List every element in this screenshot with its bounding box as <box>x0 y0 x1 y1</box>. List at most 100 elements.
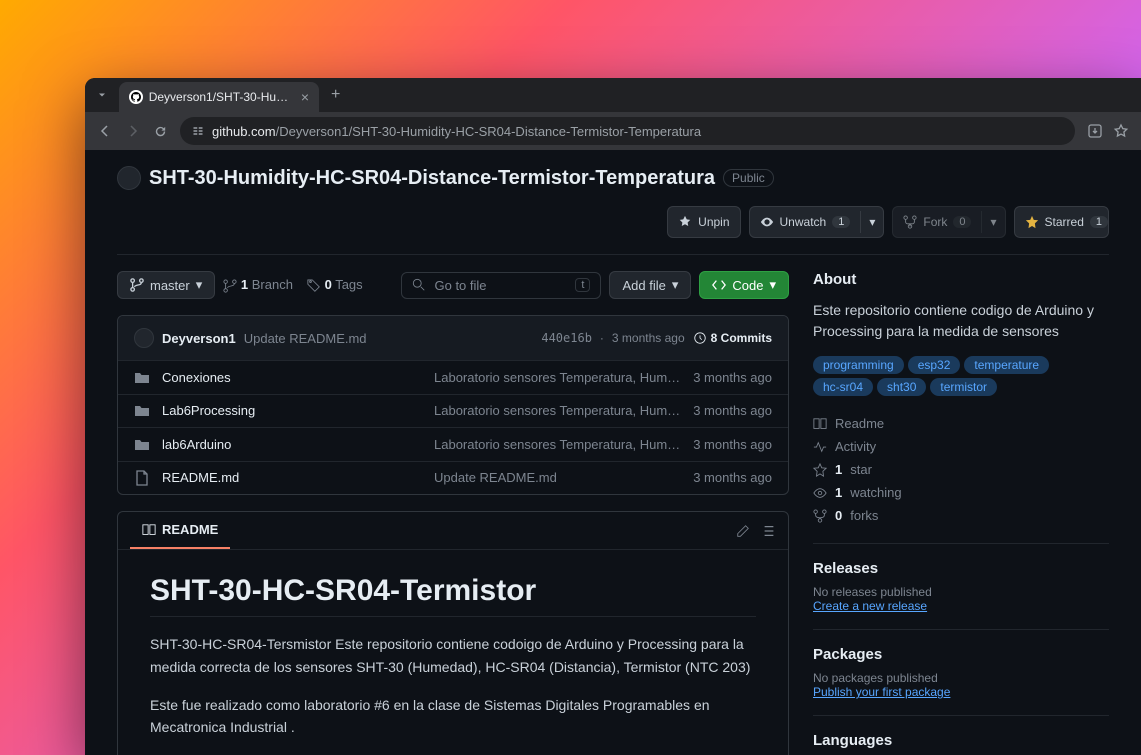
file-commit-msg[interactable]: Laboratorio sensores Temperatura, Humeda… <box>434 370 681 385</box>
file-name[interactable]: README.md <box>162 470 422 485</box>
bookmark-star-icon[interactable] <box>1113 122 1129 140</box>
history-icon <box>693 331 707 345</box>
pulse-icon <box>813 440 827 454</box>
file-row[interactable]: Lab6Processing Laboratorio sensores Tempe… <box>118 394 788 428</box>
reload-button[interactable] <box>153 124 168 139</box>
tag-icon <box>307 279 321 293</box>
site-settings-icon <box>192 125 204 137</box>
file-commit-msg[interactable]: Update README.md <box>434 470 681 485</box>
install-app-icon[interactable] <box>1087 122 1103 140</box>
url-bar: github.com/Deyverson1/SHT-30-Humidity-HC… <box>85 112 1141 150</box>
forward-button[interactable] <box>125 123 141 139</box>
browser-window: Deyverson1/SHT-30-Humidi × + github.com/… <box>85 78 1141 755</box>
fork-button[interactable]: Fork 0 ▾ <box>892 206 1005 238</box>
topic-tag[interactable]: temperature <box>964 356 1049 374</box>
commit-author[interactable]: Deyverson1 <box>162 331 236 346</box>
chevron-down-icon[interactable]: ▾ <box>860 211 883 233</box>
file-name[interactable]: Lab6Processing <box>162 403 422 418</box>
repo-name[interactable]: SHT-30-Humidity-HC-SR04-Distance-Termist… <box>149 167 715 190</box>
releases-heading: Releases <box>813 560 1109 577</box>
eye-icon <box>760 215 774 229</box>
readme-panel: README SHT-30-HC-SR04-Termistor SHT-30-H… <box>117 511 789 755</box>
chevron-down-icon: ▾ <box>196 277 203 293</box>
topic-tag[interactable]: esp32 <box>908 356 961 374</box>
owner-avatar[interactable] <box>117 166 141 190</box>
outline-icon[interactable] <box>762 522 776 540</box>
packages-heading: Packages <box>813 646 1109 663</box>
file-date: 3 months ago <box>693 403 772 418</box>
star-icon <box>813 463 827 477</box>
sidebar: About Este repositorio contiene codigo d… <box>813 271 1109 755</box>
add-file-button[interactable]: Add file ▾ <box>609 271 691 299</box>
url-input[interactable]: github.com/Deyverson1/SHT-30-Humidity-HC… <box>180 117 1075 145</box>
branch-icon <box>130 278 144 292</box>
book-icon <box>813 417 827 431</box>
code-icon <box>712 278 726 292</box>
unwatch-button[interactable]: Unwatch 1 ▾ <box>749 206 885 238</box>
stars-link[interactable]: 1 star <box>813 458 1109 481</box>
readme-link[interactable]: Readme <box>813 412 1109 435</box>
commit-sha[interactable]: 440e16b <box>541 331 592 345</box>
file-name[interactable]: Conexiones <box>162 370 422 385</box>
readme-body: SHT-30-HC-SR04-Termistor SHT-30-HC-SR04-… <box>118 550 788 755</box>
file-search-input[interactable]: Go to file t <box>401 272 601 299</box>
topic-tag[interactable]: programming <box>813 356 904 374</box>
file-name[interactable]: lab6Arduino <box>162 437 422 452</box>
commit-avatar <box>134 328 154 348</box>
eye-icon <box>813 486 827 500</box>
readme-tab[interactable]: README <box>130 512 230 549</box>
search-icon <box>412 278 426 292</box>
about-heading: About <box>813 271 1109 288</box>
readme-paragraph: SHT-30-HC-SR04-Tersmistor Este repositor… <box>150 633 756 678</box>
url-path: /Deyverson1/SHT-30-Humidity-HC-SR04-Dist… <box>276 124 702 139</box>
tab-title: Deyverson1/SHT-30-Humidi <box>149 90 295 104</box>
folder-icon <box>134 369 150 386</box>
starred-button[interactable]: Starred 1 <box>1014 206 1109 238</box>
code-button[interactable]: Code ▾ <box>699 271 789 299</box>
watching-link[interactable]: 1 watching <box>813 481 1109 504</box>
topic-tag[interactable]: sht30 <box>877 378 926 396</box>
forks-link[interactable]: 0 forks <box>813 504 1109 527</box>
browser-tab[interactable]: Deyverson1/SHT-30-Humidi × <box>119 82 319 112</box>
url-domain: github.com <box>212 124 276 139</box>
file-commit-msg[interactable]: Laboratorio sensores Temperatura, Humeda… <box>434 437 681 452</box>
file-row[interactable]: lab6Arduino Laboratorio sensores Temperat… <box>118 427 788 461</box>
about-description: Este repositorio contiene codigo de Ardu… <box>813 300 1109 342</box>
topic-tag[interactable]: hc-sr04 <box>813 378 873 396</box>
edit-icon[interactable] <box>736 522 750 540</box>
activity-link[interactable]: Activity <box>813 435 1109 458</box>
file-row[interactable]: Conexiones Laboratorio sensores Temperatu… <box>118 360 788 394</box>
repo-actions: Unpin Unwatch 1 ▾ Fork 0 ▾ Starred <box>117 206 1109 255</box>
publish-package-link[interactable]: Publish your first package <box>813 685 1109 699</box>
file-row[interactable]: README.mdUpdate README.md3 months ago <box>118 461 788 495</box>
github-favicon-icon <box>129 90 143 104</box>
releases-section: Releases No releases published Create a … <box>813 543 1109 613</box>
file-icon <box>134 470 150 487</box>
folder-icon <box>134 436 150 453</box>
book-icon <box>142 523 156 537</box>
chevron-down-icon: ▾ <box>672 277 679 293</box>
tab-dropdown-icon[interactable] <box>93 86 111 104</box>
commit-message[interactable]: Update README.md <box>244 331 367 346</box>
commits-link[interactable]: 8 Commits <box>693 331 772 345</box>
chevron-down-icon[interactable]: ▾ <box>981 211 1004 233</box>
visibility-badge: Public <box>723 169 774 187</box>
unpin-button[interactable]: Unpin <box>667 206 740 238</box>
packages-section: Packages No packages published Publish y… <box>813 629 1109 699</box>
readme-paragraph: Este fue realizado como laboratorio #6 e… <box>150 694 756 739</box>
file-commit-msg[interactable]: Laboratorio sensores Temperatura, Humeda… <box>434 403 681 418</box>
back-button[interactable] <box>97 123 113 139</box>
tab-close-icon[interactable]: × <box>301 89 309 105</box>
new-tab-button[interactable]: + <box>331 86 340 104</box>
branches-link[interactable]: 1 Branch <box>223 277 293 293</box>
create-release-link[interactable]: Create a new release <box>813 599 1109 613</box>
repo-header: SHT-30-Humidity-HC-SR04-Distance-Termist… <box>117 166 1109 190</box>
fork-icon <box>813 509 827 523</box>
browser-tab-bar: Deyverson1/SHT-30-Humidi × + <box>85 78 1141 112</box>
topic-tag[interactable]: termistor <box>930 378 997 396</box>
commit-date: 3 months ago <box>612 331 685 345</box>
branch-selector[interactable]: master ▾ <box>117 271 215 299</box>
tags-link[interactable]: 0 Tags <box>307 277 363 293</box>
latest-commit-row[interactable]: Deyverson1 Update README.md 440e16b · 3 … <box>118 316 788 360</box>
file-date: 3 months ago <box>693 370 772 385</box>
